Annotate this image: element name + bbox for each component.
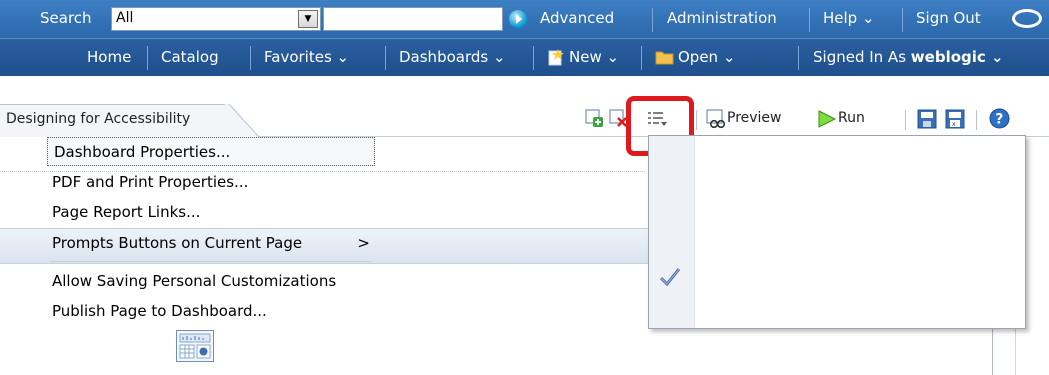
svg-text:x: x <box>952 121 956 128</box>
delete-page-icon[interactable] <box>608 108 627 127</box>
submenu-arrow-icon: > <box>357 234 370 252</box>
search-scope-value: All <box>116 10 134 26</box>
main-nav: Home Catalog Favorites ⌄ Dashboards ⌄ Ne… <box>0 38 1049 76</box>
menu-item-label: Page Report Links... <box>52 203 201 221</box>
signed-in-label: Signed In As weblogic ⌄ <box>813 48 1004 66</box>
add-section-icon[interactable] <box>584 108 603 127</box>
dashboard-page-tab[interactable]: Designing for Accessibility <box>0 104 226 137</box>
oracle-logo-icon <box>1012 9 1042 28</box>
menu-separator <box>50 261 372 262</box>
global-header: Search All ▼ Advanced Administration Hel… <box>0 0 1049 38</box>
toolbar-divider <box>976 110 977 130</box>
menu-item-label: Publish Page to Dashboard... <box>52 302 267 320</box>
search-scope-select[interactable]: All ▼ <box>111 7 321 31</box>
user-menu[interactable]: weblogic ⌄ <box>911 48 1004 66</box>
menu-item-label: PDF and Print Properties... <box>52 173 249 191</box>
checkmark-icon <box>659 268 681 287</box>
divider <box>385 46 386 70</box>
search-label: Search <box>40 9 92 27</box>
advanced-link[interactable]: Advanced <box>540 9 614 27</box>
divider <box>533 46 534 70</box>
run-label: Run <box>838 110 865 126</box>
tools-dropdown-menu <box>648 135 1026 329</box>
signed-in-text: Signed In As <box>813 48 907 66</box>
menu-item-publish-page[interactable]: Publish Page to Dashboard... <box>46 297 376 326</box>
menu-item-label: Dashboard Properties... <box>54 143 231 161</box>
help-menu[interactable]: Help ⌄ <box>823 9 875 27</box>
preview-button[interactable]: Preview <box>706 106 782 130</box>
table-view-icon[interactable] <box>176 330 214 362</box>
menu-item-prompts-buttons[interactable]: Prompts Buttons on Current Page > <box>46 229 376 258</box>
divider <box>798 46 799 70</box>
favorites-menu[interactable]: Favorites ⌄ <box>264 48 349 66</box>
toolbar-divider <box>905 110 906 130</box>
run-icon <box>817 109 837 128</box>
divider <box>809 8 810 32</box>
menu-item-label: Allow Saving Personal Customizations <box>52 272 337 290</box>
tab-edge <box>225 104 260 137</box>
divider <box>147 46 148 70</box>
menu-item-allow-saving-customizations[interactable]: Allow Saving Personal Customizations <box>46 267 376 296</box>
menu-item-label: Prompts Buttons on Current Page <box>52 234 303 252</box>
divider <box>902 8 903 32</box>
open-menu[interactable]: Open ⌄ <box>678 48 735 66</box>
help-icon[interactable]: ? <box>989 108 1010 129</box>
preview-label: Preview <box>727 110 782 126</box>
save-as-icon[interactable]: x <box>945 109 965 129</box>
dropdown-arrow-icon[interactable]: ▼ <box>298 10 318 28</box>
svg-text:?: ? <box>995 112 1003 128</box>
divider <box>250 46 251 70</box>
menu-item-page-report-links[interactable]: Page Report Links... <box>46 198 376 227</box>
new-menu[interactable]: New ⌄ <box>569 48 619 66</box>
administration-link[interactable]: Administration <box>667 9 777 27</box>
divider <box>652 8 653 32</box>
folder-icon <box>655 49 674 67</box>
catalog-link[interactable]: Catalog <box>161 48 219 66</box>
menu-icon-gutter <box>649 136 695 328</box>
sign-out-link[interactable]: Sign Out <box>916 9 981 27</box>
toolbar-divider <box>696 110 697 130</box>
preview-icon <box>706 109 726 129</box>
new-icon <box>547 48 565 66</box>
search-input[interactable] <box>323 7 503 31</box>
run-button[interactable]: Run <box>817 106 865 130</box>
search-go-icon[interactable] <box>509 10 527 28</box>
divider <box>641 46 642 70</box>
menu-item-dashboard-properties[interactable]: Dashboard Properties... <box>47 137 375 166</box>
menu-item-pdf-print-properties[interactable]: PDF and Print Properties... <box>46 168 376 197</box>
dashboards-menu[interactable]: Dashboards ⌄ <box>399 48 506 66</box>
save-icon[interactable] <box>917 109 937 129</box>
home-link[interactable]: Home <box>87 48 131 66</box>
